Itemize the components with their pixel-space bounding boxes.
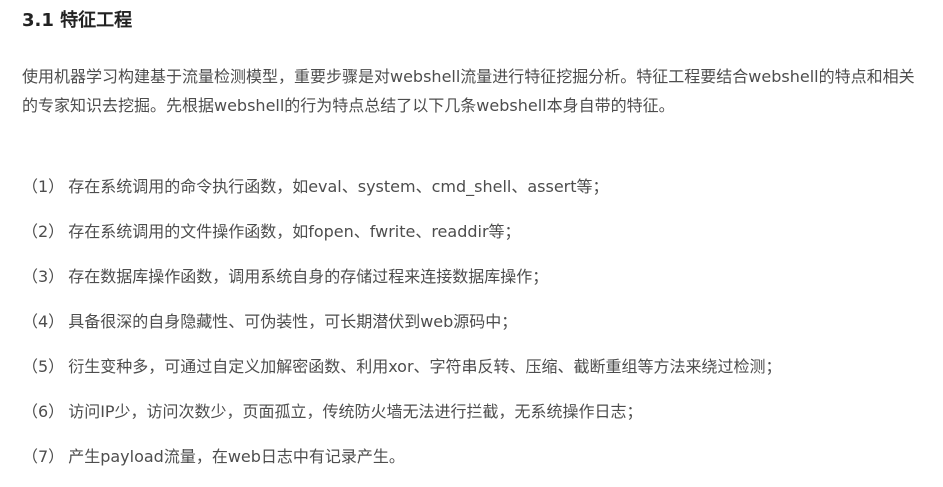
feature-text: 存在数据库操作函数，调用系统自身的存储过程来连接数据库操作；: [68, 267, 549, 286]
intro-paragraph: 使用机器学习构建基于流量检测模型，重要步骤是对webshell流量进行特征挖掘分…: [22, 67, 915, 115]
feature-item-1: （1） 存在系统调用的命令执行函数，如eval、system、cmd_shell、…: [22, 172, 922, 202]
feature-item-4: （4） 具备很深的自身隐藏性、可伪装性，可长期潜伏到web源码中；: [22, 307, 922, 337]
feature-text: 存在系统调用的命令执行函数，如eval、system、cmd_shell、ass…: [68, 177, 609, 196]
feature-item-3: （3） 存在数据库操作函数，调用系统自身的存储过程来连接数据库操作；: [22, 262, 922, 292]
feature-text: 访问IP少，访问次数少，页面孤立，传统防火墙无法进行拦截，无系统操作日志；: [68, 402, 643, 421]
feature-text: 产生payload流量，在web日志中有记录产生。: [68, 447, 405, 466]
feature-text: 衍生变种多，可通过自定义加解密函数、利用xor、字符串反转、压缩、截断重组等方法…: [68, 357, 782, 376]
feature-number: （6）: [22, 402, 65, 421]
feature-item-6: （6） 访问IP少，访问次数少，页面孤立，传统防火墙无法进行拦截，无系统操作日志；: [22, 397, 922, 427]
feature-item-2: （2） 存在系统调用的文件操作函数，如fopen、fwrite、readdir等；: [22, 217, 922, 247]
feature-number: （1）: [22, 177, 65, 196]
article-content: 3.1 特征工程 使用机器学习构建基于流量检测模型，重要步骤是对webshell…: [0, 0, 943, 480]
feature-number: （7）: [22, 447, 65, 466]
feature-number: （2）: [22, 222, 65, 241]
section-heading: 3.1 特征工程: [22, 10, 133, 31]
feature-item-7: （7） 产生payload流量，在web日志中有记录产生。: [22, 442, 922, 472]
feature-number: （3）: [22, 267, 65, 286]
feature-number: （5）: [22, 357, 65, 376]
feature-list: （1） 存在系统调用的命令执行函数，如eval、system、cmd_shell、…: [22, 172, 922, 487]
feature-text: 存在系统调用的文件操作函数，如fopen、fwrite、readdir等；: [68, 222, 521, 241]
feature-item-5: （5） 衍生变种多，可通过自定义加解密函数、利用xor、字符串反转、压缩、截断重组…: [22, 352, 922, 382]
feature-text: 具备很深的自身隐藏性、可伪装性，可长期潜伏到web源码中；: [68, 312, 518, 331]
feature-number: （4）: [22, 312, 65, 331]
